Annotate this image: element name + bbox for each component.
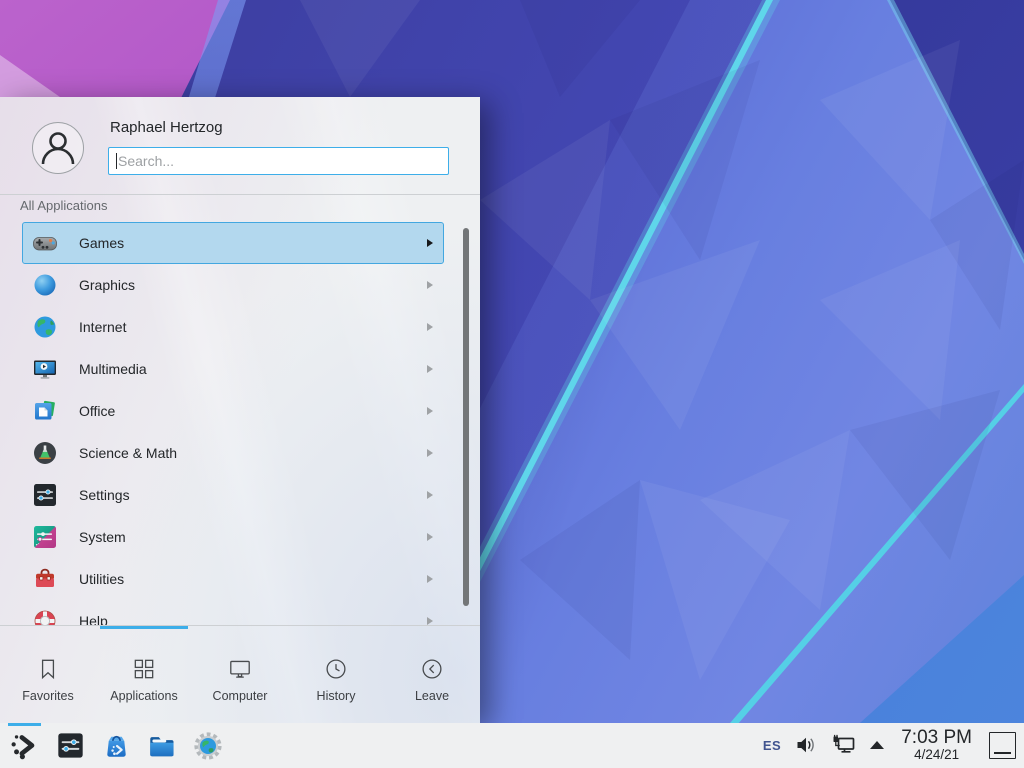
- discover-task-button[interactable]: [100, 730, 132, 762]
- submenu-arrow-icon: [427, 281, 433, 289]
- internet-globe-icon: [31, 313, 59, 341]
- submenu-arrow-icon: [427, 449, 433, 457]
- discover-software-icon: [101, 730, 132, 761]
- category-graphics[interactable]: Graphics: [22, 264, 444, 306]
- application-launcher-button[interactable]: [8, 730, 40, 762]
- category-games[interactable]: Games: [22, 222, 444, 264]
- leave-back-icon: [419, 656, 445, 682]
- dolphin-file-manager-icon: [146, 730, 178, 762]
- utilities-toolbox-icon: [31, 565, 59, 593]
- multimedia-player-icon: [31, 355, 59, 383]
- network-icon[interactable]: [831, 733, 857, 757]
- games-gamepad-icon: [31, 229, 59, 257]
- category-office[interactable]: Office: [22, 390, 444, 432]
- section-label: All Applications: [20, 198, 107, 213]
- separator: [0, 625, 480, 626]
- list-scrollbar-handle[interactable]: [463, 228, 469, 606]
- category-help[interactable]: Help: [22, 600, 444, 625]
- category-system[interactable]: System: [22, 516, 444, 558]
- tab-favorites[interactable]: Favorites: [0, 629, 96, 723]
- taskbar-panel: ES 7:03 PM 4/24/21: [0, 723, 1024, 768]
- computer-monitor-icon: [227, 656, 253, 682]
- show-desktop-button[interactable]: [989, 732, 1016, 759]
- tab-leave[interactable]: Leave: [384, 629, 480, 723]
- user-silhouette-icon: [33, 123, 83, 173]
- submenu-arrow-icon: [427, 617, 433, 625]
- system-settings-task-button[interactable]: [54, 730, 86, 762]
- category-internet[interactable]: Internet: [22, 306, 444, 348]
- launcher-tab-bar: Favorites Applications Computer: [0, 629, 480, 723]
- graphics-sphere-icon: [31, 271, 59, 299]
- history-clock-icon: [323, 656, 349, 682]
- keyboard-layout-indicator[interactable]: ES: [763, 738, 781, 753]
- digital-clock[interactable]: 7:03 PM 4/24/21: [897, 728, 976, 762]
- separator: [0, 194, 480, 195]
- system-tray: ES 7:03 PM 4/24/21: [763, 728, 1024, 762]
- clock-time: 7:03 PM: [901, 728, 972, 748]
- search-input[interactable]: Search...: [108, 147, 449, 175]
- applications-grid-icon: [131, 656, 157, 682]
- tab-computer[interactable]: Computer: [192, 629, 288, 723]
- science-flask-icon: [31, 439, 59, 467]
- submenu-arrow-icon: [427, 575, 433, 583]
- category-utilities[interactable]: Utilities: [22, 558, 444, 600]
- clock-date: 4/24/21: [914, 748, 959, 762]
- office-documents-icon: [31, 397, 59, 425]
- tab-history[interactable]: History: [288, 629, 384, 723]
- system-settings-icon: [55, 730, 86, 761]
- desktop[interactable]: Raphael Hertzog Search... All Applicatio…: [0, 0, 1024, 768]
- taskbar-left: [0, 730, 224, 762]
- launcher-header: Raphael Hertzog Search...: [0, 97, 480, 194]
- application-launcher-menu: Raphael Hertzog Search... All Applicatio…: [0, 97, 480, 723]
- user-avatar[interactable]: [32, 122, 84, 174]
- submenu-arrow-icon: [427, 491, 433, 499]
- submenu-arrow-icon: [427, 533, 433, 541]
- tab-applications[interactable]: Applications: [96, 629, 192, 723]
- text-caret: [116, 153, 117, 169]
- submenu-arrow-icon: [427, 407, 433, 415]
- application-category-list: Games Graphics: [0, 218, 480, 625]
- konqueror-browser-icon: [192, 730, 224, 762]
- category-multimedia[interactable]: Multimedia: [22, 348, 444, 390]
- launcher-active-indicator: [8, 723, 41, 726]
- kde-application-launcher-icon: [8, 730, 40, 762]
- submenu-arrow-icon: [427, 239, 433, 247]
- category-settings[interactable]: Settings: [22, 474, 444, 516]
- search-placeholder: Search...: [118, 153, 174, 169]
- dolphin-task-button[interactable]: [146, 730, 178, 762]
- user-name: Raphael Hertzog: [110, 119, 223, 136]
- category-science-math[interactable]: Science & Math: [22, 432, 444, 474]
- volume-speaker-icon[interactable]: [794, 733, 818, 757]
- expand-tray-caret-icon[interactable]: [870, 741, 884, 749]
- settings-sliders-icon: [31, 481, 59, 509]
- submenu-arrow-icon: [427, 323, 433, 331]
- help-lifebuoy-icon: [31, 607, 59, 625]
- konqueror-task-button[interactable]: [192, 730, 224, 762]
- system-sliders-icon: [31, 523, 59, 551]
- submenu-arrow-icon: [427, 365, 433, 373]
- favorites-bookmark-icon: [35, 656, 61, 682]
